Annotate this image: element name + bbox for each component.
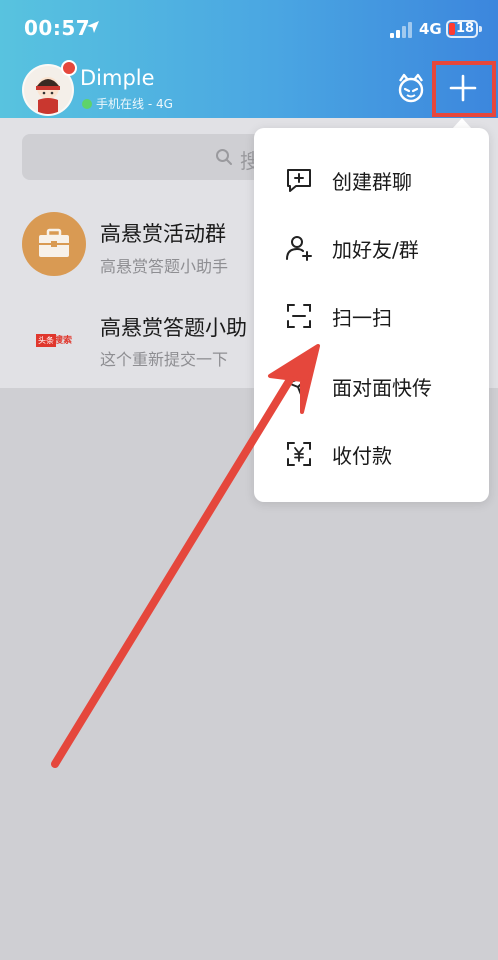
pet-icon[interactable] xyxy=(395,72,427,104)
online-dot-icon xyxy=(82,99,92,109)
menu-item-payment[interactable]: 收付款 xyxy=(254,420,489,488)
online-status: 手机在线 - 4G xyxy=(82,95,173,112)
scan-icon xyxy=(287,304,311,328)
briefcase-icon xyxy=(39,228,69,257)
menu-item-create-group[interactable]: 创建群聊 xyxy=(254,146,489,214)
battery-cap xyxy=(479,26,482,32)
signal-icon xyxy=(390,22,412,38)
avatar-notification-dot xyxy=(61,60,77,76)
menu-item-face-transfer[interactable]: 面对面快传 xyxy=(254,352,489,420)
add-friend-icon xyxy=(286,236,312,261)
status-time: 00:57 xyxy=(24,16,91,40)
menu-item-label: 面对面快传 xyxy=(332,376,432,400)
online-status-text: 手机在线 - 4G xyxy=(96,97,173,111)
plus-icon[interactable] xyxy=(449,74,477,102)
group-avatar[interactable] xyxy=(22,212,86,276)
location-arrow-icon xyxy=(87,21,99,33)
chat-preview: 高悬赏答题小助手 xyxy=(100,257,229,276)
battery-icon: 18 xyxy=(446,20,478,38)
chat-preview: 这个重新提交一下 xyxy=(100,350,229,369)
menu-item-label: 扫一扫 xyxy=(332,306,392,330)
network-type: 4G xyxy=(419,20,442,38)
status-bar: 00:57 4G 18 xyxy=(0,0,498,60)
payment-icon xyxy=(287,442,311,466)
menu-item-label: 收付款 xyxy=(332,444,392,468)
username[interactable]: Dimple xyxy=(80,66,155,90)
chat-title[interactable]: 高悬赏活动群 xyxy=(100,218,226,248)
create-group-icon xyxy=(287,169,311,192)
menu-item-label: 创建群聊 xyxy=(332,170,412,194)
logo-text: 搜索 xyxy=(54,336,73,346)
transfer-icon xyxy=(287,374,311,398)
menu-item-add-friend[interactable]: 加好友/群 xyxy=(254,214,489,282)
chat-title[interactable]: 高悬赏答题小助 xyxy=(100,312,247,342)
search-icon xyxy=(216,149,232,165)
battery-level: 18 xyxy=(456,21,475,36)
menu-item-label: 加好友/群 xyxy=(332,238,419,262)
logo-tag: 头条 xyxy=(36,334,56,347)
menu-item-scan[interactable]: 扫一扫 xyxy=(254,282,489,350)
